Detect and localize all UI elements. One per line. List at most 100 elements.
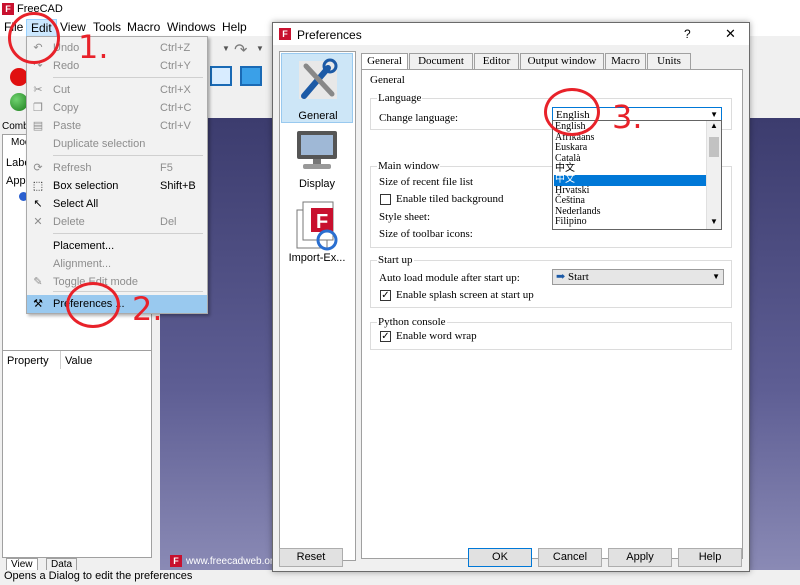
language-group-label: Language — [377, 92, 423, 104]
menu-item-label: Copy — [53, 102, 79, 114]
edit-menu-item-select-all[interactable]: ↖ Select All — [27, 195, 207, 213]
recent-files-label: Size of recent file list — [379, 176, 474, 188]
viewport-watermark: www.freecadweb.or — [186, 556, 274, 567]
menu-item-label: Paste — [53, 120, 82, 132]
dropdown-icon[interactable]: ▼ — [256, 44, 264, 53]
language-dropdown-list[interactable]: English Afrikaans Euskara Català 中文 中文 Hrvatsk… — [552, 120, 722, 230]
category-general[interactable]: General — [281, 53, 353, 123]
annotation-circle-2 — [66, 282, 120, 328]
menu-item-label: Redo — [53, 60, 80, 72]
menu-item-label: Delete — [53, 216, 85, 228]
view-front-cube-icon[interactable] — [210, 66, 232, 86]
freecad-logo-icon: F — [170, 555, 182, 567]
edit-menu-item-delete: ✕ Delete Del — [27, 213, 207, 231]
tab-general[interactable]: General — [361, 53, 408, 70]
copy-icon: ❐ — [33, 102, 43, 114]
category-display[interactable]: Display — [281, 126, 353, 196]
python-console-group-label: Python console — [377, 316, 447, 328]
menu-item-shortcut: F5 — [160, 162, 173, 174]
import-export-icon: F — [296, 201, 338, 251]
annotation-step-3: 3. — [612, 98, 643, 136]
delete-icon: ✕ — [33, 216, 43, 228]
edit-menu-item-cut: ✂ Cut Ctrl+X — [27, 81, 207, 99]
general-section-label: General — [370, 74, 405, 86]
apply-button[interactable]: Apply — [608, 548, 672, 567]
edit-menu-item-refresh: ⟳ Refresh F5 — [27, 159, 207, 177]
menu-windows[interactable]: Windows — [167, 20, 216, 34]
category-list: General Display F Import-Ex... — [279, 51, 356, 561]
help-button[interactable]: ? — [684, 27, 691, 41]
annotation-circle-1 — [8, 12, 60, 64]
menu-item-label: Refresh — [53, 162, 92, 174]
word-wrap-checkbox[interactable]: ✓ — [380, 331, 391, 342]
menu-item-shortcut: Del — [160, 216, 177, 228]
menu-item-label: Cut — [53, 84, 71, 96]
tiled-background-checkbox[interactable] — [380, 194, 391, 205]
edit-menu-item-redo: ↷ Redo Ctrl+Y — [27, 57, 207, 75]
edit-menu-item-box-selection[interactable]: ⬚ Box selection Shift+B — [27, 177, 207, 195]
dropdown-icon[interactable]: ▼ — [222, 44, 230, 53]
help-dialog-button[interactable]: Help — [678, 548, 742, 567]
tiled-background-label: Enable tiled background — [396, 193, 504, 205]
tab-units[interactable]: Units — [647, 53, 691, 69]
scroll-thumb[interactable] — [709, 137, 719, 157]
menu-item-shortcut: Ctrl+X — [160, 84, 191, 96]
chevron-down-icon: ▼ — [712, 272, 720, 281]
annotation-step-2: 2. — [132, 290, 163, 328]
tab-macro[interactable]: Macro — [605, 53, 646, 69]
menu-item-shortcut: Ctrl+C — [160, 102, 192, 114]
toolbar-icons-label: Size of toolbar icons: — [379, 228, 473, 240]
close-button[interactable]: ✕ — [725, 26, 736, 42]
cut-icon: ✂ — [33, 84, 43, 96]
edit-menu: ↶ Undo Ctrl+Z ↷ Redo Ctrl+Y ✂ Cut Ctrl+X ❐ Copy Ctr… — [26, 36, 208, 314]
reset-button[interactable]: Reset — [279, 548, 343, 567]
scroll-up-icon[interactable]: ▲ — [710, 121, 718, 130]
refresh-icon: ⟳ — [33, 162, 43, 174]
ok-button[interactable]: OK — [468, 548, 532, 567]
menu-item-shortcut: Shift+B — [160, 180, 196, 192]
language-option[interactable]: Català — [554, 154, 706, 165]
scroll-down-icon[interactable]: ▼ — [710, 217, 718, 226]
cancel-button[interactable]: Cancel — [538, 548, 602, 567]
view-iso-cube-icon[interactable] — [240, 66, 262, 86]
main-window-group-label: Main window — [377, 160, 441, 172]
menu-item-label: Duplicate selection — [53, 138, 146, 150]
language-option[interactable]: 中文 — [554, 164, 706, 175]
edit-menu-item-copy: ❐ Copy Ctrl+C — [27, 99, 207, 117]
edit-menu-item-duplicate-selection: Duplicate selection — [27, 135, 207, 153]
autoload-module-combo[interactable]: ➡ Start ▼ — [552, 269, 724, 285]
dialog-titlebar: F Preferences ? ✕ — [273, 23, 749, 45]
category-import-export[interactable]: F Import-Ex... — [281, 196, 353, 274]
edit-menu-item-alignment: Alignment... — [27, 255, 207, 273]
menu-item-label: Placement... — [53, 240, 115, 252]
property-header: Property — [7, 355, 49, 367]
freecad-logo-icon: F — [279, 28, 291, 40]
menu-macro[interactable]: Macro — [127, 20, 160, 34]
word-wrap-label: Enable word wrap — [396, 330, 477, 342]
language-option[interactable]: 中文 — [554, 175, 706, 186]
edit-menu-item-placement[interactable]: Placement... — [27, 237, 207, 255]
start-arrow-icon: ➡ — [556, 271, 566, 283]
wrench-screwdriver-icon — [299, 58, 338, 99]
menu-item-label: Box selection — [53, 180, 119, 192]
menu-help[interactable]: Help — [222, 20, 247, 34]
style-sheet-label: Style sheet: — [379, 211, 431, 223]
language-option[interactable]: Filipino — [554, 217, 706, 228]
main-titlebar: F FreeCAD — [0, 0, 800, 18]
tab-document[interactable]: Document — [409, 53, 473, 69]
splash-screen-checkbox[interactable]: ✓ — [380, 290, 391, 301]
dialog-title: Preferences — [297, 28, 362, 42]
redo-arrow-icon[interactable]: ↷ — [234, 40, 247, 60]
tab-output-window[interactable]: Output window — [520, 53, 604, 69]
dropdown-scrollbar[interactable]: ▲ ▼ — [706, 121, 721, 229]
edit-menu-item-paste: ▤ Paste Ctrl+V — [27, 117, 207, 135]
menu-separator — [53, 77, 203, 78]
edit-mode-icon: ✎ — [33, 276, 43, 288]
tab-editor[interactable]: Editor — [474, 53, 519, 69]
property-view: Property Value — [2, 350, 152, 558]
application-label: Appl — [6, 175, 29, 187]
paste-icon: ▤ — [32, 120, 44, 132]
preferences-icon: ⚒ — [33, 298, 43, 310]
annotation-step-1: 1. — [78, 28, 109, 66]
value-header: Value — [65, 355, 93, 367]
